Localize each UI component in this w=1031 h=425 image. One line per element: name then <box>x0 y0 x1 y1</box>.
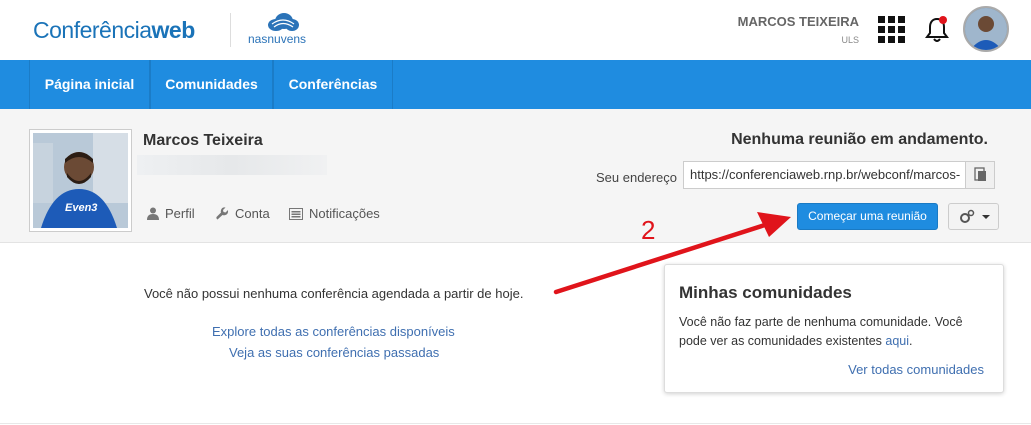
header-user-org: ULS <box>841 35 859 45</box>
communities-here-link[interactable]: aqui <box>885 334 909 348</box>
notifications-link-label: Notificações <box>309 206 380 221</box>
copy-address-button[interactable] <box>965 161 995 189</box>
past-conferences-link[interactable]: Veja as suas conferências passadas <box>229 345 439 360</box>
nav-item-communities[interactable]: Comunidades <box>150 60 273 109</box>
clipboard-icon <box>974 167 986 181</box>
nasnuvens-logo: nasnuvens <box>248 12 318 48</box>
avatar[interactable] <box>963 6 1009 52</box>
svg-text:Even3: Even3 <box>65 202 97 214</box>
communities-text: Você não faz parte de nenhuma comunidade… <box>679 315 963 348</box>
nasnuvens-text: nasnuvens <box>248 32 307 46</box>
top-header: Conferênciaweb nasnuvens MARCOS TEIXEIRA… <box>0 0 1031 60</box>
explore-conferences-link[interactable]: Explore todas as conferências disponívei… <box>212 324 455 339</box>
account-link-label: Conta <box>235 206 270 221</box>
user-icon <box>147 207 159 220</box>
gears-icon <box>960 209 990 223</box>
caret-down-icon <box>982 215 990 219</box>
profile-email-blurred <box>137 155 327 175</box>
communities-card: Minhas comunidades Você não faz parte de… <box>664 264 1004 393</box>
communities-title: Minhas comunidades <box>679 283 852 302</box>
nav-item-home[interactable]: Página inicial <box>29 60 150 109</box>
annotation-step-number: 2 <box>641 215 656 245</box>
see-all-communities-link[interactable]: Ver todas comunidades <box>848 362 984 377</box>
header-user-name[interactable]: MARCOS TEIXEIRA <box>738 14 859 29</box>
bell-icon[interactable] <box>924 14 952 44</box>
list-icon <box>289 207 303 220</box>
profile-name: Marcos Teixeira <box>143 132 263 149</box>
communities-message: Você não faz parte de nenhuma comunidade… <box>679 315 963 348</box>
main-navbar: Página inicial Comunidades Conferências <box>0 60 1031 109</box>
profile-link[interactable]: Perfil <box>147 206 195 221</box>
profile-photo: Even3 <box>29 129 132 232</box>
start-meeting-button[interactable]: Começar uma reunião <box>797 203 938 230</box>
cloud-logo-icon <box>268 13 299 31</box>
notification-dot <box>939 16 947 24</box>
conferenciaweb-logo[interactable]: Conferênciaweb <box>33 17 195 44</box>
address-label: Seu endereço <box>596 170 677 185</box>
logo-bold-text: web <box>151 17 196 43</box>
no-conferences-message: Você não possui nenhuma conferência agen… <box>144 286 524 301</box>
logo-divider <box>230 13 231 47</box>
apps-grid-icon[interactable] <box>878 16 906 44</box>
footer-divider <box>0 423 1031 424</box>
logo-regular-text: Conferência <box>33 17 152 43</box>
notifications-link[interactable]: Notificações <box>289 206 380 221</box>
address-field[interactable]: https://conferenciaweb.rnp.br/webconf/ma… <box>683 161 966 189</box>
meeting-settings-button[interactable] <box>948 203 999 230</box>
profile-link-label: Perfil <box>165 206 195 221</box>
nav-item-conferences[interactable]: Conferências <box>273 60 393 109</box>
wrench-icon <box>216 207 229 220</box>
meeting-status: Nenhuma reunião em andamento. <box>731 131 988 148</box>
account-link[interactable]: Conta <box>216 206 270 221</box>
profile-section: Even3 Marcos Teixeira Perfil Conta Notif… <box>0 109 1031 243</box>
